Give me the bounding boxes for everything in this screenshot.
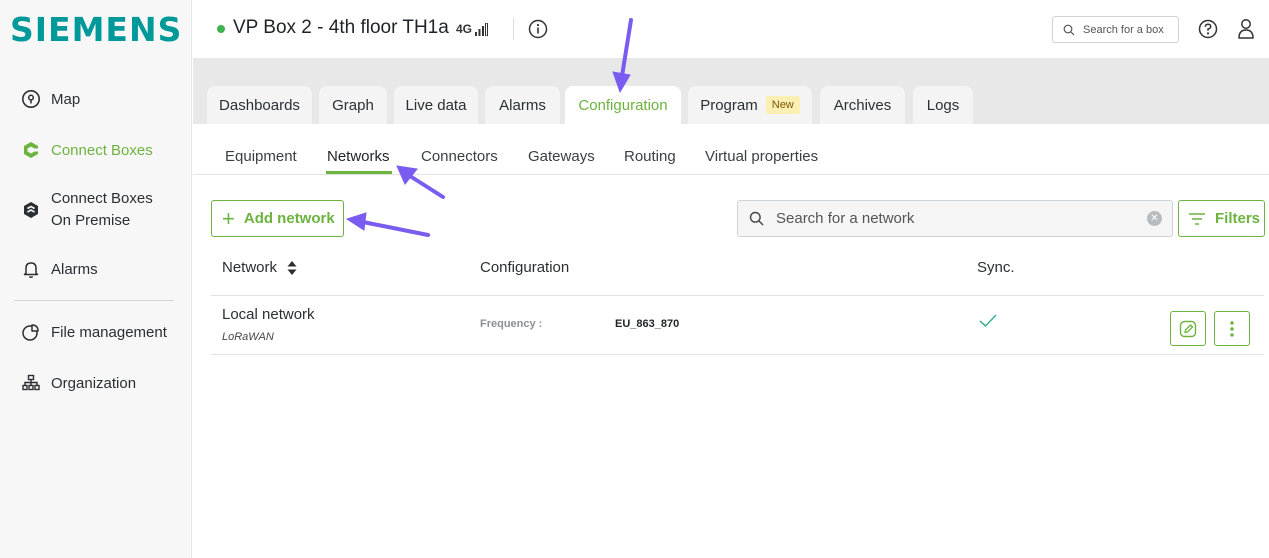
sync-check-icon (978, 313, 998, 334)
sidebar-item-label: Connect Boxes (51, 141, 153, 159)
column-header-configuration: Configuration (480, 259, 570, 276)
sub-tabs: Equipment Networks Connectors Gateways R… (193, 124, 1269, 175)
search-icon (749, 211, 764, 226)
edit-icon (1179, 320, 1197, 337)
add-network-button[interactable]: + Add network (211, 200, 344, 237)
info-icon[interactable] (527, 18, 549, 45)
top-header: VP Box 2 - 4th floor TH1a 4G Search for … (193, 0, 1269, 58)
help-icon[interactable] (1197, 18, 1219, 45)
table-divider (211, 354, 1264, 355)
tab-label: Program (700, 96, 758, 114)
column-header-label: Network (222, 259, 278, 276)
network-type-label: 4G (456, 22, 473, 36)
network-search-input[interactable]: Search for a network ✕ (737, 200, 1173, 237)
filter-icon (1189, 212, 1205, 225)
file-icon (20, 321, 42, 343)
sidebar-item-label: File management (51, 323, 167, 341)
sidebar-item-organization[interactable]: Organization (0, 372, 192, 394)
tab-label: Live data (405, 96, 467, 114)
sidebar-item-label: Organization (51, 374, 137, 392)
clear-search-icon[interactable]: ✕ (1147, 211, 1162, 226)
main-tabs: Dashboards Graph Live data Alarms Config… (193, 58, 1269, 124)
new-badge: New (765, 96, 800, 114)
tab-label: Graph (332, 96, 374, 114)
subtab-networks[interactable]: Networks (327, 148, 390, 165)
sort-icon[interactable] (287, 260, 297, 276)
tab-label: Configuration (578, 96, 668, 114)
user-icon[interactable] (1236, 17, 1256, 46)
network-name: Local network (222, 306, 315, 323)
signal-icon (475, 23, 489, 36)
more-vertical-icon (1230, 320, 1234, 337)
network-type: LoRaWAN (222, 331, 274, 343)
sidebar-divider (14, 300, 174, 301)
tab-label: Logs (926, 96, 960, 114)
subtab-equipment[interactable]: Equipment (225, 148, 297, 165)
sidebar: SIEMENS Map Connect Boxes Connect Boxes … (0, 0, 192, 558)
sidebar-item-label: Connect Boxes On Premise (51, 188, 153, 232)
connect-box-icon (20, 139, 42, 161)
sidebar-item-map[interactable]: Map (0, 88, 192, 110)
tab-configuration[interactable]: Configuration (565, 86, 681, 124)
tab-graph[interactable]: Graph (319, 86, 387, 124)
subtab-connectors[interactable]: Connectors (421, 148, 498, 165)
box-search-input[interactable]: Search for a box (1052, 16, 1179, 43)
tab-alarms[interactable]: Alarms (485, 86, 560, 124)
bell-icon (20, 258, 42, 280)
search-icon (1063, 24, 1075, 35)
config-label: Frequency : (480, 318, 543, 330)
plus-icon: + (222, 205, 235, 231)
arrow-to-add-network-icon (345, 212, 430, 237)
add-network-label: Add network (243, 210, 335, 227)
map-pin-icon (20, 88, 42, 110)
status-dot (217, 25, 225, 33)
sidebar-item-label: Alarms (51, 260, 98, 278)
tab-archives[interactable]: Archives (820, 86, 905, 124)
network-search-placeholder: Search for a network (776, 210, 915, 227)
sidebar-item-file-management[interactable]: File management (0, 321, 192, 343)
tab-live-data[interactable]: Live data (394, 86, 478, 124)
column-header-sync: Sync. (977, 259, 1015, 276)
filters-button[interactable]: Filters (1178, 200, 1265, 237)
tab-label: Alarms (499, 96, 546, 114)
active-subtab-underline (326, 171, 392, 174)
filters-label: Filters (1215, 210, 1261, 227)
tab-logs[interactable]: Logs (913, 86, 973, 124)
header-divider (513, 18, 514, 40)
tab-label: Archives (833, 96, 892, 114)
org-chart-icon (20, 372, 42, 394)
label-line-2: On Premise (51, 212, 131, 229)
more-options-button[interactable] (1214, 311, 1250, 346)
subtab-routing[interactable]: Routing (624, 148, 676, 165)
tab-dashboards[interactable]: Dashboards (207, 86, 312, 124)
box-title[interactable]: VP Box 2 - 4th floor TH1a (233, 17, 449, 39)
sidebar-item-connect-boxes[interactable]: Connect Boxes (0, 139, 192, 161)
edit-button[interactable] (1170, 311, 1206, 346)
sidebar-item-alarms[interactable]: Alarms (0, 258, 192, 280)
column-header-network[interactable]: Network (222, 259, 297, 276)
config-value: EU_863_870 (615, 318, 680, 330)
sidebar-item-connect-boxes-on-premise[interactable]: Connect Boxes On Premise (0, 188, 192, 232)
tab-program[interactable]: Program New (688, 86, 812, 124)
table-divider (211, 295, 1264, 296)
label-line-1: Connect Boxes (51, 190, 153, 207)
subtab-gateways[interactable]: Gateways (528, 148, 595, 165)
siemens-logo[interactable]: SIEMENS (10, 10, 182, 49)
network-badge: 4G (456, 22, 489, 36)
subtab-virtual-properties[interactable]: Virtual properties (705, 148, 818, 165)
on-premise-icon (20, 199, 42, 221)
sidebar-item-label: Map (51, 90, 81, 108)
tab-label: Dashboards (219, 96, 300, 114)
box-search-placeholder: Search for a box (1083, 23, 1164, 36)
